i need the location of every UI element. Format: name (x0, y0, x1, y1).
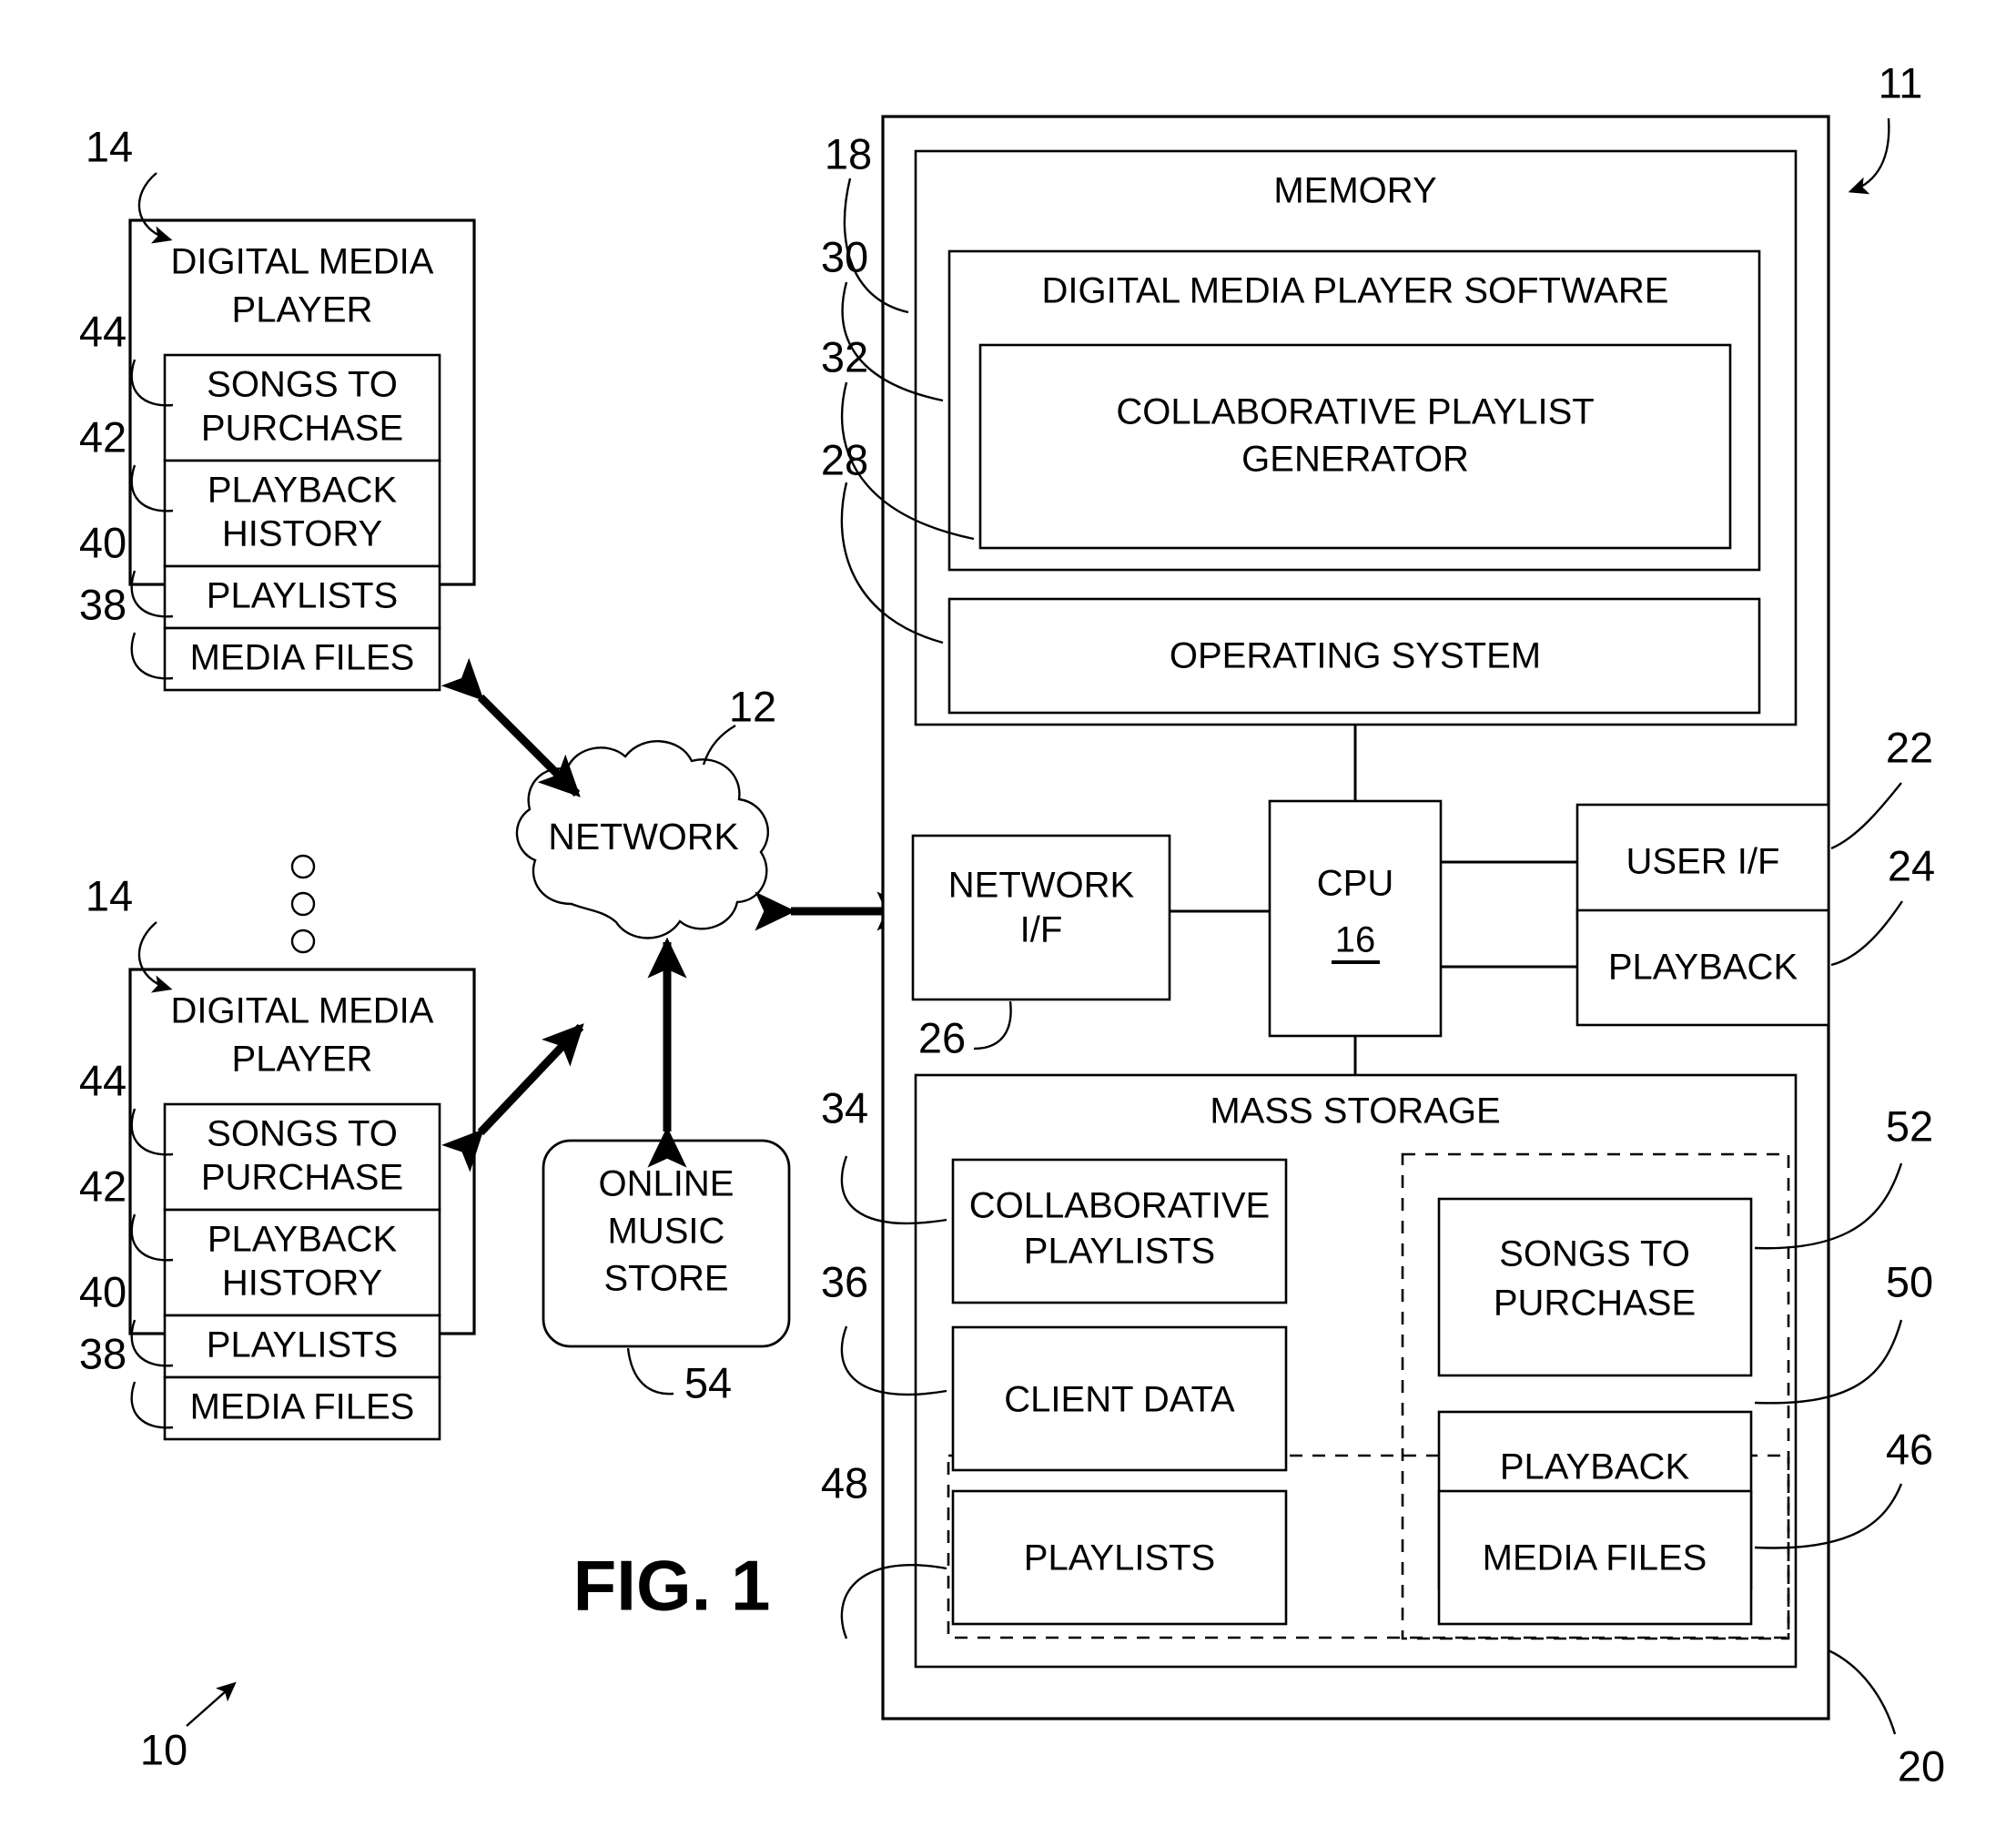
ref-50: 50 (1886, 1257, 1933, 1305)
dmp-2-playlists-label: PLAYLISTS (207, 1325, 398, 1365)
figure-title: FIG. 1 (573, 1546, 771, 1626)
dmp-software-block[interactable]: DIGITAL MEDIA PLAYER SOFTWARE 30 COLLABO… (821, 232, 1761, 572)
ref-34: 34 (821, 1083, 868, 1132)
ref-14-bottom: 14 (86, 871, 133, 919)
cpu-block[interactable]: CPU 16 (1268, 799, 1443, 1038)
oms-line1: ONLINE (599, 1164, 734, 1204)
ref-38-top: 38 (79, 580, 127, 628)
dmp-1-songs-line2: PURCHASE (201, 409, 403, 449)
patent-figure-1: DIGITAL MEDIA PLAYER SONGS TO PURCHASE P… (0, 0, 2016, 1837)
ref-44-bottom: 44 (79, 1056, 127, 1104)
storage-media-files-label: MEDIA FILES (1483, 1538, 1707, 1578)
ref-30: 30 (821, 232, 868, 280)
ref-12: 12 (729, 682, 776, 730)
dmp-1-songs-line1: SONGS TO (207, 365, 398, 405)
ref-52: 52 (1886, 1101, 1933, 1150)
ref-10: 10 (140, 1725, 187, 1773)
cpu-box (1268, 799, 1443, 1038)
sts-line1: SONGS TO (1499, 1234, 1690, 1274)
dmp-1-media-files-label: MEDIA FILES (190, 638, 415, 678)
ref-11: 11 (1879, 58, 1923, 107)
dmp-2-pbh-line2: HISTORY (222, 1264, 382, 1304)
ref-22: 22 (1886, 723, 1933, 771)
dmp-software-label: DIGITAL MEDIA PLAYER SOFTWARE (1041, 271, 1668, 311)
dmp-1-pbh-line2: HISTORY (222, 514, 382, 554)
online-music-store[interactable]: ONLINE MUSIC STORE 54 (542, 1139, 791, 1406)
dmp-1-pbh-line1: PLAYBACK (208, 471, 398, 511)
dmp-2-media-files-label: MEDIA FILES (190, 1387, 415, 1427)
dmp-2-pbh-line1: PLAYBACK (208, 1220, 398, 1260)
userif-leader-22 (1830, 782, 1902, 850)
dmp-2-title-line2: PLAYER (232, 1040, 373, 1080)
ellipsis-dot-2 (290, 891, 316, 917)
network-if-line2: I/F (1020, 910, 1063, 950)
dmp-2-songs-line2: PURCHASE (201, 1158, 403, 1198)
ref-36: 36 (821, 1257, 868, 1305)
ref-42-top: 42 (79, 412, 127, 461)
memory-block[interactable]: MEMORY 18 DIGITAL MEDIA PLAYER SOFTWARE … (821, 129, 1798, 726)
server-computer[interactable]: 11 MEMORY 18 DIGITAL MEDIA PLAYER SOFTWA… (821, 58, 1945, 1790)
ref-18: 18 (825, 129, 872, 178)
arrow-dmp1-network (441, 657, 581, 797)
storage-playlists-label: PLAYLISTS (1024, 1538, 1215, 1578)
cpu-ref-16: 16 (1335, 920, 1376, 960)
mass-storage-label: MASS STORAGE (1210, 1091, 1500, 1132)
ref-24: 24 (1888, 841, 1935, 889)
cpg-line1: COLLABORATIVE PLAYLIST (1116, 392, 1594, 432)
network-if-line1: NETWORK (948, 866, 1135, 906)
oms-line3: STORE (603, 1259, 728, 1299)
ellipsis-dot-3 (290, 929, 316, 954)
user-if-label: USER I/F (1626, 842, 1780, 882)
dmp-2-title-line1: DIGITAL MEDIA (171, 991, 434, 1031)
mass-storage-leader-20 (1828, 1649, 1897, 1735)
ref-38-bottom: 38 (79, 1329, 127, 1377)
system-leader-10 (186, 1681, 237, 1727)
digital-media-player-2[interactable]: DIGITAL MEDIA PLAYER SONGS TO PURCHASE P… (79, 871, 476, 1441)
system-reference: 10 (140, 1681, 237, 1773)
playback-label: PLAYBACK (1608, 948, 1798, 988)
cpu-label: CPU (1317, 864, 1393, 904)
dmp-1-title-line1: DIGITAL MEDIA (171, 242, 434, 282)
collab-playlists-line2: PLAYLISTS (1024, 1232, 1215, 1272)
figure-canvas: DIGITAL MEDIA PLAYER SONGS TO PURCHASE P… (79, 58, 1945, 1790)
ref-42-bottom: 42 (79, 1162, 127, 1210)
ref-40-bottom: 40 (79, 1267, 127, 1315)
dmp-1-title-line2: PLAYER (232, 290, 373, 330)
oms-leader-54 (626, 1347, 674, 1396)
sts-line2: PURCHASE (1494, 1284, 1696, 1324)
cpg-line2: GENERATOR (1241, 440, 1469, 480)
server-leader-11 (1848, 117, 1890, 195)
digital-media-player-1[interactable]: DIGITAL MEDIA PLAYER SONGS TO PURCHASE P… (79, 122, 476, 692)
ref-28: 28 (821, 435, 868, 483)
ellipsis-between-players (290, 854, 316, 954)
pbh-line1: PLAYBACK (1500, 1447, 1690, 1487)
dmp-1-playlists-label: PLAYLISTS (207, 576, 398, 616)
ref-40-top: 40 (79, 518, 127, 566)
oms-line2: MUSIC (608, 1212, 725, 1252)
network-label: NETWORK (548, 816, 739, 858)
ref-26: 26 (918, 1013, 966, 1061)
playback-leader-24 (1830, 900, 1903, 967)
arrow-dmp2-network (441, 1023, 584, 1172)
client-data-label: CLIENT DATA (1004, 1380, 1235, 1420)
ref-32: 32 (821, 332, 868, 381)
ref-14-top: 14 (86, 122, 133, 170)
memory-label: MEMORY (1273, 171, 1436, 211)
ref-48: 48 (821, 1458, 868, 1507)
dmp-2-songs-line1: SONGS TO (207, 1114, 398, 1154)
ellipsis-dot-1 (290, 854, 316, 879)
collab-playlists-line1: COLLABORATIVE (969, 1186, 1270, 1226)
ref-54: 54 (684, 1358, 732, 1406)
network-cloud[interactable]: NETWORK 12 (515, 682, 776, 939)
ref-20: 20 (1898, 1741, 1945, 1790)
ref-44-top: 44 (79, 307, 127, 355)
ref-46: 46 (1886, 1425, 1933, 1473)
operating-system-label: OPERATING SYSTEM (1170, 636, 1541, 676)
